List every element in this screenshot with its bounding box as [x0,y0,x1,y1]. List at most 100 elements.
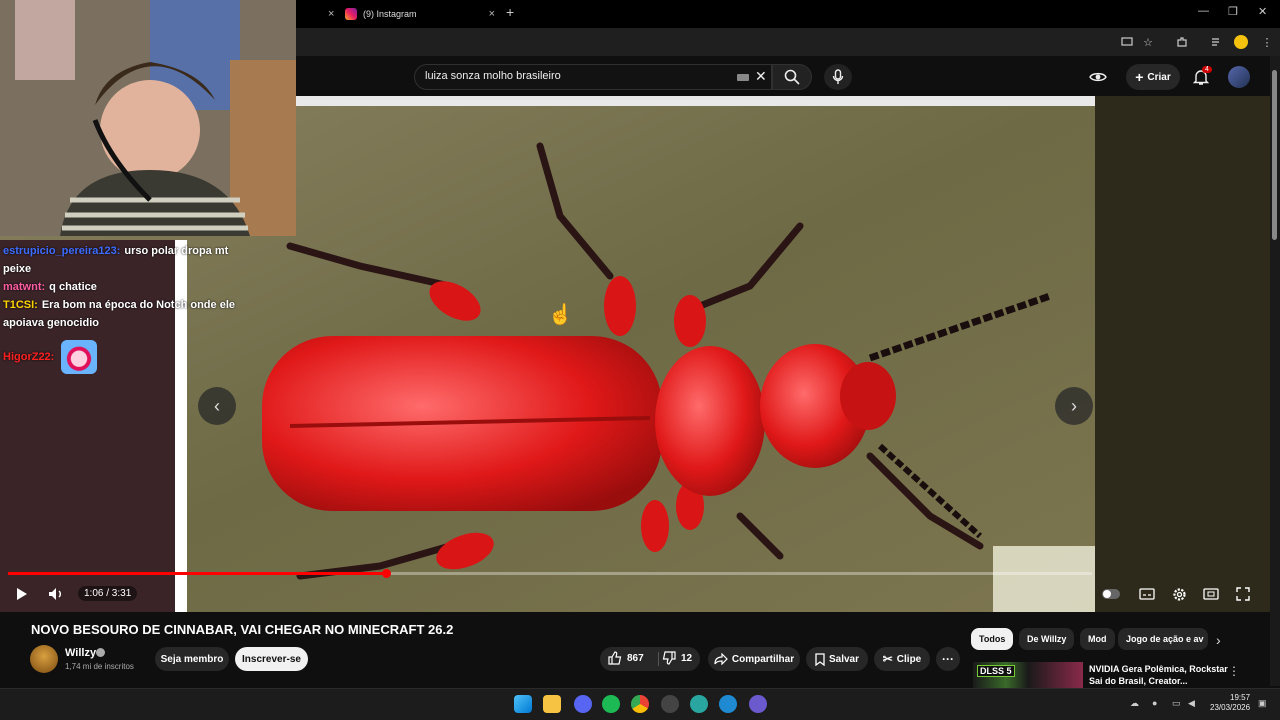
join-member-button[interactable]: Seja membro [155,647,229,671]
subtitles-button[interactable] [1137,584,1157,604]
thumbnail-badge: DLSS 5 [977,665,1015,677]
progress-fill [8,572,387,575]
chevron-right-icon[interactable]: › [1216,632,1221,648]
scissors-icon: ✂ [882,652,893,666]
chip-mod[interactable]: Mod [1080,628,1115,650]
volume-button[interactable] [46,584,66,604]
recommendation-menu-icon[interactable]: ⋮ [1228,664,1240,678]
next-arrow-button[interactable]: › [1055,387,1093,425]
search-input[interactable] [425,70,725,82]
discord-icon[interactable] [574,695,592,713]
stream-chat: estrupicio_pereira123: urso polar dropa m… [0,240,235,612]
clear-search-icon[interactable]: ✕ [755,68,767,85]
tab-title: (9) Instagram [363,9,417,19]
obs-icon[interactable] [661,695,679,713]
notification-count-badge: 4 [1202,66,1212,73]
volume-icon [49,588,61,600]
restore-button[interactable]: ❐ [1228,5,1238,18]
microphone-icon [832,69,844,84]
save-button[interactable]: Salvar [806,647,868,671]
time-display: 1:06 / 3:31 [78,586,138,601]
subscribe-button[interactable]: Inscrever-se [235,647,308,671]
close-window-button[interactable]: ✕ [1258,5,1267,18]
autoplay-toggle[interactable] [1101,584,1121,604]
channel-name[interactable]: Willzy [65,647,96,659]
like-button[interactable]: 867 [608,651,644,665]
fullscreen-button[interactable] [1233,584,1253,604]
more-actions-button[interactable]: ··· [936,647,960,671]
settings-button[interactable] [1169,584,1189,604]
clock-time: 19:57 [1230,693,1251,702]
autoplay-icon [1102,589,1120,599]
subscriber-count: 1,74 mi de inscritos [65,662,134,671]
share-icon [714,653,728,665]
system-clock[interactable]: 19:57 23/03/2026 [1210,693,1250,713]
video-title: NOVO BESOURO DE CINNABAR, VAI CHEGAR NO … [31,622,454,637]
subtitles-icon [1139,588,1155,600]
share-button[interactable]: Compartilhar [708,647,800,671]
plus-icon: + [1135,69,1144,85]
chat-message: estrupicio_pereira123: urso polar dropa m… [3,242,243,278]
chat-message: T1CSI: Era bom na época do Notch onde ele… [3,296,243,332]
chat-message: matwnt: q chatice [3,278,243,296]
verified-check-icon [96,648,105,657]
file-explorer-icon[interactable] [543,695,561,713]
chat-message: HigorZ22: [3,340,243,374]
search-box[interactable]: ✕ [414,64,772,90]
create-button[interactable]: + Criar [1126,64,1180,90]
chrome-icon[interactable] [631,695,649,713]
extensions-icon[interactable] [1175,35,1189,49]
network-icon[interactable]: ▭ [1172,698,1182,708]
clip-button[interactable]: ✂ Clipe [874,647,930,671]
theater-mode-button[interactable] [1201,584,1221,604]
chip-from-channel[interactable]: De Willzy [1019,628,1075,650]
browser-menu-icon[interactable]: ⋮ [1260,35,1274,49]
bookmark-star-icon[interactable]: ☆ [1141,35,1155,49]
tab-instagram[interactable]: (9) Instagram × [345,4,495,24]
browser-app-icon[interactable] [690,695,708,713]
like-count: 867 [627,652,644,664]
media-control-icon[interactable] [1210,35,1224,49]
clock-date: 23/03/2026 [1210,703,1251,712]
tab-close-left[interactable]: × [320,4,334,24]
chat-username: estrupicio_pereira123: [3,245,121,257]
microphone-tray-icon[interactable]: ● [1152,698,1162,708]
speaker-icon[interactable]: ◀ [1188,698,1198,708]
close-icon[interactable]: × [328,8,334,20]
keyboard-icon[interactable] [737,74,749,81]
previous-arrow-button[interactable]: ‹ [198,387,236,425]
search-button[interactable] [772,64,812,90]
streamer-webcam [0,0,296,236]
eye-icon[interactable] [1089,68,1107,86]
minimize-button[interactable]: — [1198,5,1209,17]
theater-icon [1203,588,1219,600]
chat-text: q chatice [49,281,97,293]
app-c-icon[interactable] [719,695,737,713]
search-icon [784,69,800,85]
browser-profile-avatar[interactable] [1234,35,1248,49]
channel-avatar[interactable] [30,645,58,673]
play-button[interactable] [11,584,31,604]
pointer-hand-icon: ☝ [548,304,573,326]
scrollbar-thumb[interactable] [1272,70,1277,240]
spotify-icon[interactable] [602,695,620,713]
onedrive-icon[interactable]: ☁ [1130,698,1140,708]
dislike-button[interactable]: 12 [662,651,692,665]
recommended-video-title[interactable]: NVIDIA Gera Polêmica, Rockstar Sai do Br… [1089,663,1229,687]
user-avatar[interactable] [1228,66,1250,88]
dislike-count: 12 [681,652,693,664]
voice-search-button[interactable] [824,64,852,90]
thumbs-down-icon [662,651,676,665]
chat-username: HigorZ22: [3,350,55,363]
chip-all[interactable]: Todos [971,628,1014,650]
new-tab-button[interactable]: + [506,4,514,20]
thumbs-up-icon [608,651,622,665]
app-controller-icon[interactable] [749,695,767,713]
cast-icon[interactable] [1120,35,1134,49]
notification-center-icon[interactable]: ▣ [1258,698,1268,708]
close-icon[interactable]: × [489,8,495,20]
player-side-area [1095,96,1270,612]
windows-start-icon[interactable] [514,695,532,713]
like-dislike-group: 867 12 [600,647,700,671]
chip-action-adventure[interactable]: Jogo de ação e av [1118,628,1208,650]
